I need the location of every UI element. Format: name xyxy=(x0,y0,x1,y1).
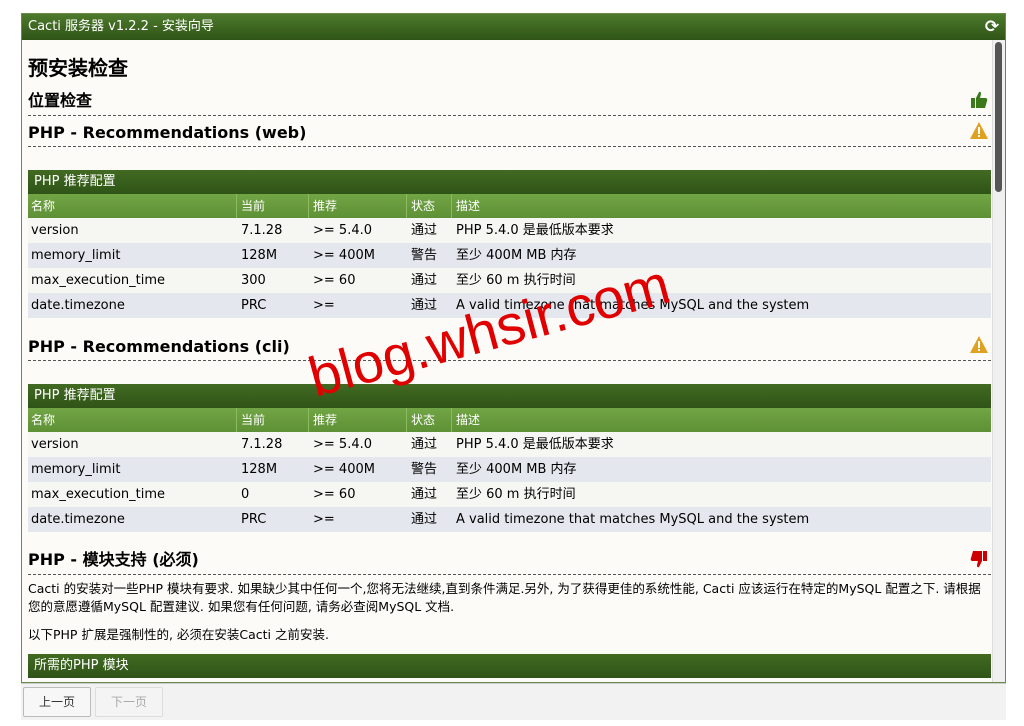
column-header-current: 当前 xyxy=(241,199,266,213)
page-title: 预安装检查 xyxy=(28,56,128,80)
section-php-modules: PHP - 模块支持 (必须) xyxy=(28,544,991,575)
cell-name: max_execution_time xyxy=(31,273,166,288)
cell-current: 128M xyxy=(241,462,278,477)
cell-name: max_execution_time xyxy=(31,487,166,502)
cell-recommended: >= 400M xyxy=(313,462,375,477)
cell-recommended: >= xyxy=(313,298,335,313)
cell-current: 0 xyxy=(241,487,250,502)
cell-recommended: >= 5.4.0 xyxy=(313,223,372,238)
php-cli-table: PHP 推荐配置 名称 当前 推荐 状态 描述 version 7.1.28 >… xyxy=(28,384,991,532)
thumbs-down-icon xyxy=(970,551,987,568)
column-header-status: 状态 xyxy=(411,199,436,213)
table-column-headers: 名称 当前 推荐 状态 描述 xyxy=(28,194,991,218)
cell-status: 通过 xyxy=(411,512,438,527)
cell-name: memory_limit xyxy=(31,462,121,477)
table-column-headers: 名称 当前 推荐 状态 描述 xyxy=(28,408,991,432)
section-title: PHP - Recommendations (web) xyxy=(28,123,307,142)
cell-name: version xyxy=(31,223,79,238)
section-title: 位置检查 xyxy=(28,91,93,110)
table-row: version 7.1.28 >= 5.4.0 通过 PHP 5.4.0 是最低… xyxy=(28,218,991,243)
vertical-scrollbar[interactable] xyxy=(992,40,1005,682)
table-row: date.timezone PRC >= 通过 A valid timezone… xyxy=(28,507,991,532)
column-header-description: 描述 xyxy=(456,199,481,213)
cell-current: 300 xyxy=(241,273,266,288)
cell-description: PHP 5.4.0 是最低版本要求 xyxy=(456,223,614,238)
table-title: PHP 推荐配置 xyxy=(28,170,991,194)
refresh-icon[interactable]: ⟳ xyxy=(983,18,1001,36)
next-button[interactable]: 下一页 xyxy=(95,687,163,717)
cell-current: 7.1.28 xyxy=(241,223,283,238)
window-title: Cacti 服务器 v1.2.2 - 安装向导 xyxy=(28,19,214,34)
cell-status: 通过 xyxy=(411,223,438,238)
cell-description: 至少 400M MB 内存 xyxy=(456,248,577,263)
table-row: max_execution_time 0 >= 60 通过 至少 60 m 执行… xyxy=(28,482,991,507)
section-title: PHP - Recommendations (cli) xyxy=(28,337,290,356)
cell-status: 警告 xyxy=(411,462,438,477)
section-php-web: PHP - Recommendations (web) xyxy=(28,116,991,147)
modules-description: Cacti 的安装对一些PHP 模块有要求. 如果缺少其中任何一个,您将无法继续… xyxy=(28,581,981,614)
cell-name: version xyxy=(31,437,79,452)
scrollbar-thumb[interactable] xyxy=(995,42,1002,192)
cell-name: date.timezone xyxy=(31,512,125,527)
cell-name: date.timezone xyxy=(31,298,125,313)
column-header-recommended: 推荐 xyxy=(313,199,338,213)
cell-description: PHP 5.4.0 是最低版本要求 xyxy=(456,437,614,452)
warning-icon xyxy=(970,122,988,139)
section-title: PHP - 模块支持 (必须) xyxy=(28,550,199,569)
cell-status: 通过 xyxy=(411,273,438,288)
table-title: 所需的PHP 模块 xyxy=(28,654,991,678)
cell-current: 128M xyxy=(241,248,278,263)
table-row: memory_limit 128M >= 400M 警告 至少 400M MB … xyxy=(28,243,991,268)
cell-description: 至少 400M MB 内存 xyxy=(456,462,577,477)
wizard-footer: 上一页 下一页 xyxy=(21,683,1006,720)
cell-current: PRC xyxy=(241,512,267,527)
cell-recommended: >= 400M xyxy=(313,248,375,263)
thumbs-up-icon xyxy=(971,91,988,108)
cell-recommended: >= 5.4.0 xyxy=(313,437,372,452)
column-header-status: 状态 xyxy=(411,413,436,427)
column-header-name: 名称 xyxy=(31,413,56,427)
modules-mandatory-note: 以下PHP 扩展是强制性的, 必须在安装Cacti 之前安装. xyxy=(28,627,329,642)
table-row: memory_limit 128M >= 400M 警告 至少 400M MB … xyxy=(28,457,991,482)
cell-recommended: >= xyxy=(313,512,335,527)
section-location-check: 位置检查 xyxy=(28,85,991,116)
cell-status: 通过 xyxy=(411,487,438,502)
cell-current: PRC xyxy=(241,298,267,313)
column-header-current: 当前 xyxy=(241,413,266,427)
warning-icon xyxy=(970,336,988,353)
cell-description: A valid timezone that matches MySQL and … xyxy=(456,512,810,527)
table-title: PHP 推荐配置 xyxy=(28,384,991,408)
cell-current: 7.1.28 xyxy=(241,437,283,452)
cell-recommended: >= 60 xyxy=(313,487,356,502)
previous-button[interactable]: 上一页 xyxy=(23,687,91,717)
table-row: version 7.1.28 >= 5.4.0 通过 PHP 5.4.0 是最低… xyxy=(28,432,991,457)
title-bar: Cacti 服务器 v1.2.2 - 安装向导 ⟳ xyxy=(22,14,1005,40)
cell-status: 警告 xyxy=(411,248,438,263)
cell-name: memory_limit xyxy=(31,248,121,263)
cell-status: 通过 xyxy=(411,437,438,452)
column-header-name: 名称 xyxy=(31,199,56,213)
php-modules-table: 所需的PHP 模块 xyxy=(28,654,991,678)
cell-recommended: >= 60 xyxy=(313,273,356,288)
column-header-description: 描述 xyxy=(456,413,481,427)
cell-description: 至少 60 m 执行时间 xyxy=(456,487,576,502)
